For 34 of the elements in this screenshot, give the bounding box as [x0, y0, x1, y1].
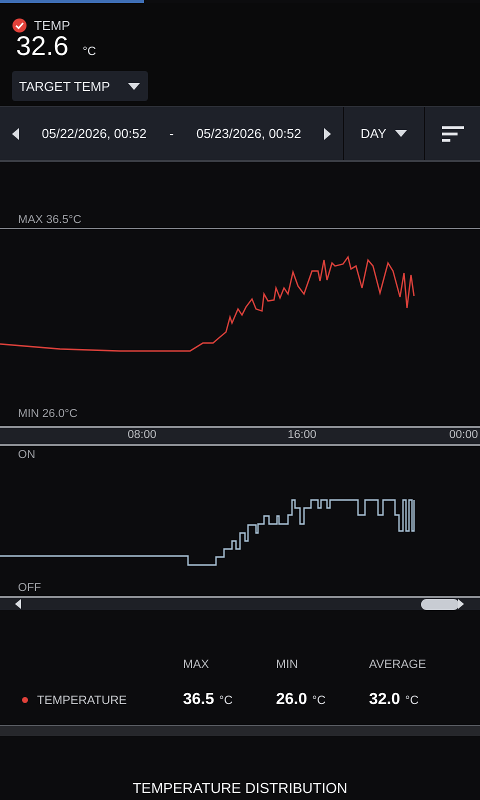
column-header: MIN [276, 657, 299, 671]
scroll-left-icon[interactable] [15, 599, 21, 609]
time-tick-label: 08:00 [128, 429, 156, 441]
stat-unit: °C [219, 693, 233, 707]
reading-label: TEMP [34, 18, 70, 32]
caret-icon [128, 82, 140, 90]
next-icon[interactable] [324, 128, 331, 140]
max-label: MAX 36.5°C [18, 214, 82, 226]
caret-icon [395, 130, 408, 137]
previous-icon[interactable] [12, 128, 19, 140]
section-title: TEMPERATURE DISTRIBUTION [132, 781, 348, 797]
stat-value: 36.5 [183, 691, 214, 709]
time-tick-label: 00:00 [449, 429, 478, 441]
range-separator: - [169, 126, 174, 141]
time-tick-label: 16:00 [288, 429, 316, 441]
on-label: ON [18, 449, 36, 461]
target-temp-dropdown[interactable]: TARGET TEMP [12, 71, 148, 101]
range-start[interactable]: 05/22/2026, 00:52 [42, 126, 147, 141]
column-header: MAX [183, 657, 210, 671]
min-label: MIN 26.0°C [18, 408, 78, 420]
stat-value: 32.0 [369, 691, 400, 709]
series-name: TEMPERATURE [37, 693, 127, 707]
sort-icon [442, 126, 464, 142]
period-dropdown[interactable]: DAY [344, 107, 425, 160]
stat-value: 26.0 [276, 691, 308, 709]
temperature-unit: °C [82, 44, 96, 58]
off-label: OFF [18, 582, 41, 594]
stat-unit: °C [405, 693, 419, 707]
scroll-thumb[interactable] [421, 599, 459, 610]
range-end[interactable]: 05/23/2026, 00:52 [196, 126, 302, 141]
column-header: AVERAGE [369, 657, 428, 671]
temperature-value: 32.6 [16, 31, 69, 62]
scrollbar[interactable] [0, 596, 480, 610]
stat-unit: °C [312, 693, 326, 707]
